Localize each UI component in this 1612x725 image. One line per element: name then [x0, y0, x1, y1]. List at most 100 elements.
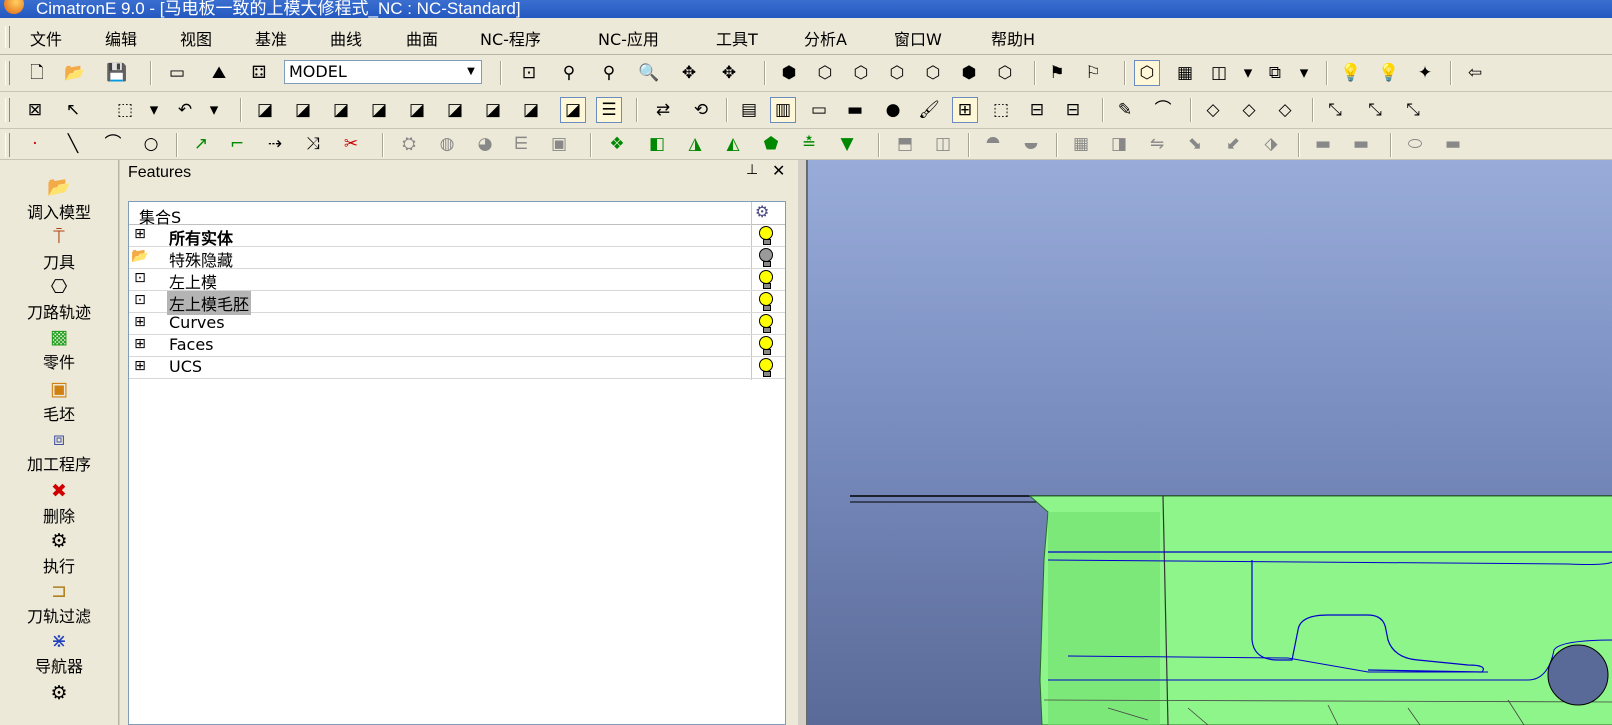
scale-icon[interactable]: ⬋	[1220, 131, 1246, 157]
light-on-icon[interactable]: 💡	[1376, 60, 1402, 86]
menu-view[interactable]: 视图	[180, 26, 212, 50]
surface-patch-icon[interactable]: ▼	[834, 131, 860, 157]
chevron-down-icon[interactable]: ▾	[146, 97, 162, 123]
pin-icon[interactable]: ⊥	[746, 162, 758, 178]
filter-select-icon[interactable]: ⬚	[112, 97, 138, 123]
close-icon[interactable]: ✕	[772, 161, 785, 180]
menu-datum[interactable]: 基准	[255, 26, 287, 50]
bulb-off-icon[interactable]	[759, 248, 773, 267]
loft-icon[interactable]: ⋿	[508, 131, 534, 157]
tree-row[interactable]: ⊞ Faces	[129, 334, 785, 357]
draft-angle-icon[interactable]: ◇	[1236, 97, 1262, 123]
circle-icon[interactable]: ○	[138, 131, 164, 157]
section-view-icon[interactable]: ⧉	[1262, 60, 1288, 86]
execute-button[interactable]: ⚙ 执行	[0, 530, 118, 577]
back-arrow-icon[interactable]: ⇦	[1462, 60, 1488, 86]
sweep-icon[interactable]: ◕	[472, 131, 498, 157]
menu-window[interactable]: 窗口W	[894, 26, 942, 50]
arc-icon[interactable]: ⌒	[100, 131, 126, 157]
ucs-rotate-icon[interactable]: ⟲	[688, 97, 714, 123]
chevron-down-icon[interactable]: ▾	[206, 97, 222, 123]
menu-edit[interactable]: 编辑	[105, 26, 137, 50]
part-button[interactable]: ▩ 零件	[0, 326, 118, 373]
toolbar-grip[interactable]	[5, 61, 10, 85]
filter-button[interactable]: ⊐ 刀轨过滤	[0, 580, 118, 627]
sets-icon[interactable]: ⚃	[246, 60, 272, 86]
view-left-icon[interactable]: ⬡	[884, 60, 910, 86]
draft-plane-icon[interactable]: ◇	[1200, 97, 1226, 123]
axis-icon[interactable]: ⤡	[1322, 97, 1348, 123]
hide-show-icon[interactable]: ⚑	[1044, 60, 1070, 86]
toolpath-button[interactable]: ⎔ 刀路轨迹	[0, 276, 118, 323]
procedure-button[interactable]: ⧈ 加工程序	[0, 428, 118, 475]
view-iso-icon[interactable]: ⬢	[776, 60, 802, 86]
ucs-move-icon[interactable]: ⇄	[650, 97, 676, 123]
display-mode-icon[interactable]: ◫	[1206, 60, 1232, 86]
select-cursor-icon[interactable]: ↖	[60, 97, 86, 123]
light-off-icon[interactable]: 💡	[1338, 60, 1364, 86]
shell-icon[interactable]: ⬒	[892, 131, 918, 157]
point-icon[interactable]: ·	[22, 131, 48, 157]
menu-curve[interactable]: 曲线	[330, 26, 362, 50]
fillet-icon[interactable]: ⯊	[980, 131, 1006, 157]
surface-fill-icon[interactable]: ⬟	[758, 131, 784, 157]
bulb-on-icon[interactable]	[759, 314, 773, 333]
more-button[interactable]: ⚙	[0, 682, 118, 704]
offset-curve-icon[interactable]: ⇢	[262, 131, 288, 157]
rotate-icon[interactable]: ✥	[716, 60, 742, 86]
feature-tree-icon[interactable]: ▥	[770, 97, 796, 123]
surface-offset-icon[interactable]: ≛	[796, 131, 822, 157]
menu-tools[interactable]: 工具T	[716, 26, 758, 50]
line-icon[interactable]: ╲	[60, 131, 86, 157]
spline-icon[interactable]: ↗	[188, 131, 214, 157]
axis-rotate-icon[interactable]: ⤡	[1400, 97, 1426, 123]
bulb-on-icon[interactable]	[759, 226, 773, 245]
view-bottom-icon[interactable]: ⬡	[992, 60, 1018, 86]
surface-drive-icon[interactable]: ◭	[720, 131, 746, 157]
boolean-remove-icon[interactable]: ▬	[1348, 131, 1374, 157]
stock-button[interactable]: ▣ 毛坯	[0, 378, 118, 425]
stitch-icon[interactable]: ▬	[1440, 131, 1466, 157]
chamfer-icon[interactable]: ⯋	[1018, 131, 1044, 157]
comment-icon[interactable]: ▬	[842, 97, 868, 123]
tree-row[interactable]: ⊞ 所有实体	[129, 224, 785, 248]
select-box-icon[interactable]: ⊠	[22, 97, 48, 123]
zoom-window-icon[interactable]: ⚲	[556, 60, 582, 86]
revolve-icon[interactable]: ◍	[434, 131, 460, 157]
menu-nc-apply[interactable]: NC-应用	[598, 26, 659, 50]
plane-edge-icon[interactable]: ◪	[480, 97, 506, 123]
navigator-button[interactable]: ⋇ 导航器	[0, 630, 118, 677]
draft-check-icon[interactable]: ◇	[1272, 97, 1298, 123]
pipe-icon[interactable]: ▣	[546, 131, 572, 157]
axis-move-icon[interactable]: ⤡	[1362, 97, 1388, 123]
graphics-viewport[interactable]	[806, 160, 1612, 725]
move-icon[interactable]: ⇋	[1144, 131, 1170, 157]
toolbar-grip[interactable]	[5, 98, 10, 122]
copy-icon[interactable]: ⬊	[1182, 131, 1208, 157]
boolean-icon[interactable]: ▬	[1310, 131, 1336, 157]
attributes-icon[interactable]: ⊞	[952, 97, 978, 123]
tree-row-selected[interactable]: ⊡ 左上模毛胚	[129, 290, 785, 315]
surface-loft-icon[interactable]: ◧	[644, 131, 670, 157]
chevron-down-icon[interactable]: ▾	[1240, 60, 1256, 86]
plane-offset-icon[interactable]: ◪	[328, 97, 354, 123]
sphere-icon[interactable]: ●	[880, 97, 906, 123]
save-icon[interactable]: 💾	[104, 60, 130, 86]
mirror-icon[interactable]: ◨	[1106, 131, 1132, 157]
extrude-icon[interactable]: ⛭	[396, 131, 422, 157]
zoom-dynamic-icon[interactable]: ⚲	[596, 60, 622, 86]
surface-blend-icon[interactable]: ❖	[604, 131, 630, 157]
project-curve-icon[interactable]: ⤨	[300, 131, 326, 157]
plane-3pt-icon[interactable]: ◪	[518, 97, 544, 123]
tree-row[interactable]: ⊞ Curves	[129, 312, 785, 335]
load-model-button[interactable]: 📂 调入模型	[0, 176, 118, 223]
model-combo[interactable]: MODEL ▼	[284, 60, 482, 84]
pan-icon[interactable]: ✥	[676, 60, 702, 86]
ucs-list-icon[interactable]: ☰	[596, 97, 622, 123]
split-icon[interactable]: ◫	[930, 131, 956, 157]
undo-icon[interactable]: ↶	[172, 97, 198, 123]
delete-face-icon[interactable]: ⬗	[1258, 131, 1284, 157]
curve-sketch-icon[interactable]: ⌒	[1150, 97, 1176, 123]
bulb-on-icon[interactable]	[759, 358, 773, 377]
bulb-on-icon[interactable]	[759, 270, 773, 289]
